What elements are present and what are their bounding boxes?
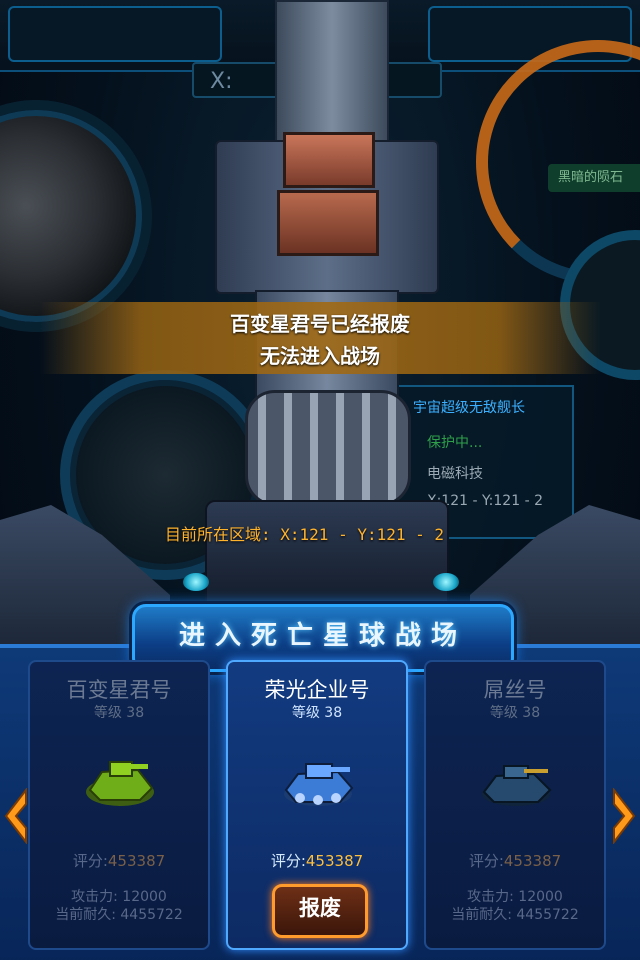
cannon-drum bbox=[245, 390, 411, 506]
ship-level: 等级 38 bbox=[489, 705, 541, 721]
ship-card[interactable]: 屌丝号 等级 38 评分:453387 攻击力: 12000 当前耐久: 445… bbox=[424, 660, 606, 950]
scrap-button[interactable]: 报废 bbox=[272, 884, 368, 938]
score-value: 453387 bbox=[503, 852, 562, 870]
score-value: 453387 bbox=[305, 852, 364, 870]
ship-attack: 攻击力: 12000 bbox=[71, 889, 167, 905]
current-zone-label: 目前所在区域: X:121 - Y:121 - 2 bbox=[165, 525, 445, 544]
scrapped-message-banner: 百变星君号已经报废 无法进入战场 bbox=[40, 302, 600, 374]
message-line-1: 百变星君号已经报废 bbox=[230, 312, 410, 336]
ship-durability: 当前耐久: 4455722 bbox=[451, 907, 579, 923]
ship-card[interactable]: 百变星君号 等级 38 评分:453387 攻击力: 12000 当前耐久: 4… bbox=[28, 660, 210, 950]
ship-score: 评分:453387 bbox=[228, 850, 406, 871]
cannon-armor-plate bbox=[277, 190, 379, 256]
hud-top-left-panel bbox=[8, 6, 222, 62]
ship-score: 评分:453387 bbox=[30, 850, 208, 871]
ship-level: 等级 38 bbox=[291, 705, 343, 721]
cannon-light bbox=[183, 573, 209, 591]
ship-level: 等级 38 bbox=[93, 705, 145, 721]
asteroid-planet bbox=[0, 110, 142, 322]
ship-tank-icon bbox=[284, 763, 354, 806]
ship-name: 屌丝号 bbox=[483, 678, 547, 702]
ship-card-selected[interactable]: 荣光企业号 等级 38 评分:453387 报废 bbox=[226, 660, 408, 950]
score-label: 评分: bbox=[468, 852, 504, 870]
message-line-2: 无法进入战场 bbox=[260, 344, 380, 368]
score-value: 453387 bbox=[107, 852, 166, 870]
ship-name: 百变星君号 bbox=[66, 678, 172, 702]
ship-durability: 当前耐久: 4455722 bbox=[55, 907, 183, 923]
ship-name: 荣光企业号 bbox=[264, 678, 370, 702]
arrow-right-icon[interactable] bbox=[612, 787, 638, 845]
arrow-left-icon[interactable] bbox=[2, 787, 28, 845]
cannon-armor-plate bbox=[283, 132, 375, 188]
game-screen: X: 黑暗的陨石 宇宙超级无敌舰长 保护中... 电磁科技 X:121 - Y:… bbox=[0, 0, 640, 960]
cannon-barrel bbox=[275, 0, 389, 144]
score-label: 评分: bbox=[270, 852, 306, 870]
score-label: 评分: bbox=[72, 852, 108, 870]
location-tag: 黑暗的陨石 bbox=[548, 164, 640, 192]
cannon-base bbox=[205, 500, 449, 614]
ship-attack: 攻击力: 12000 bbox=[467, 889, 563, 905]
ship-tank-icon bbox=[86, 761, 154, 806]
cannon-light bbox=[433, 573, 459, 591]
ship-tank-icon bbox=[482, 765, 552, 806]
ship-score: 评分:453387 bbox=[426, 850, 604, 871]
